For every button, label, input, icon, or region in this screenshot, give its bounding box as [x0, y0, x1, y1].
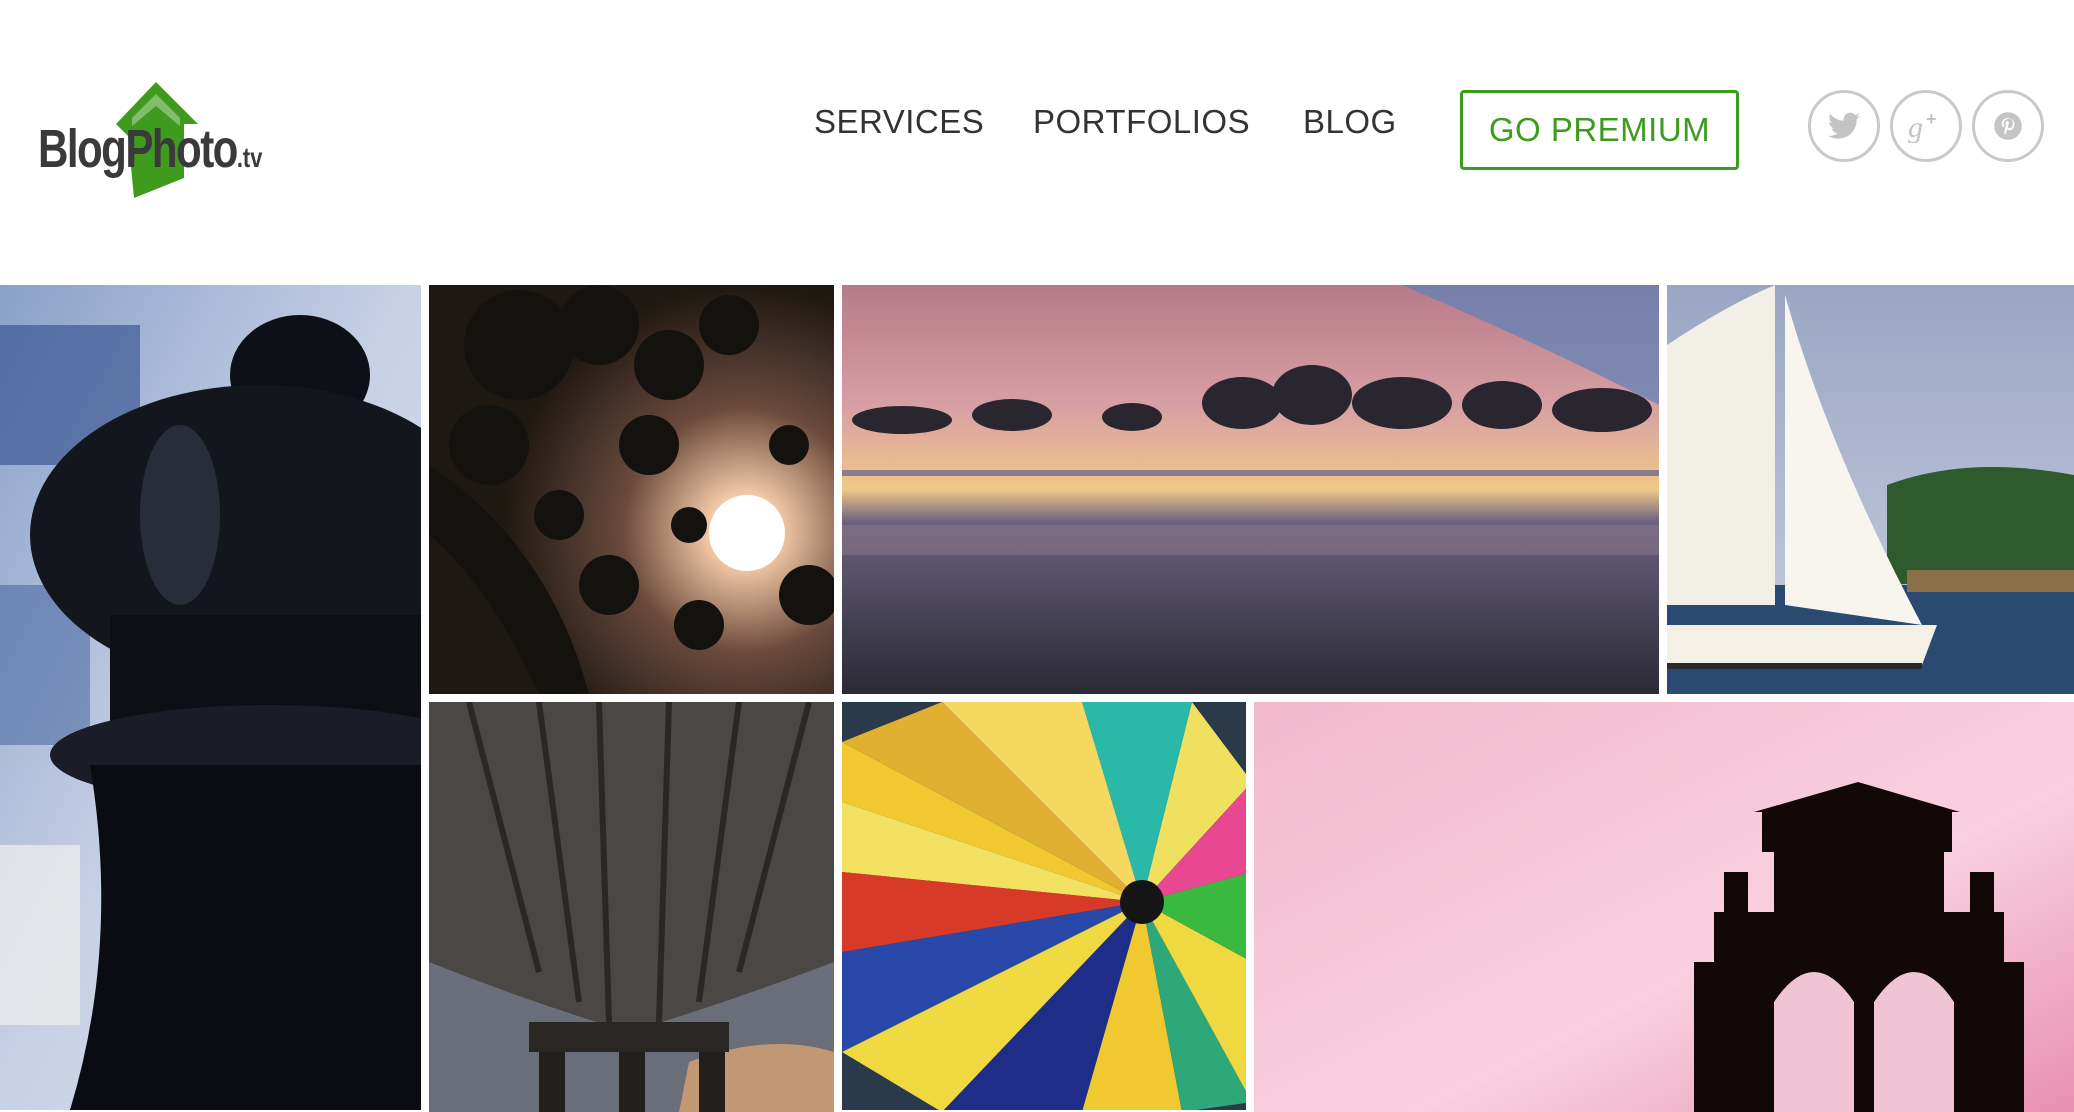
site-header: BlogPhoto.tv SERVICES PORTFOLIOS BLOG GO… [0, 0, 2074, 285]
sailboat-photo [1667, 285, 2074, 694]
pencils-photo [842, 702, 1246, 1110]
nav-blog[interactable]: BLOG [1303, 103, 1397, 141]
moon-trees-photo [429, 285, 834, 694]
svg-text:g: g [1908, 111, 1923, 143]
twitter-icon [1828, 112, 1860, 139]
gallery-tile-ocean-sunset[interactable] [842, 285, 1659, 694]
gallery-tile-building-silhouette[interactable] [1254, 702, 2074, 1112]
go-premium-button[interactable]: GO PREMIUM [1460, 90, 1739, 170]
building-silhouette-photo [1254, 702, 2074, 1112]
pinterest-button[interactable] [1972, 90, 2044, 162]
twitter-button[interactable] [1808, 90, 1880, 162]
gallery-tile-chess[interactable] [0, 285, 421, 1110]
gallery-tile-pencils[interactable] [842, 702, 1246, 1110]
gallery-tile-pier[interactable] [429, 702, 834, 1112]
pinterest-icon [1994, 112, 2022, 140]
ocean-sunset-photo [842, 285, 1659, 694]
svg-text:+: + [1926, 109, 1937, 129]
site-logo[interactable]: BlogPhoto.tv [38, 78, 308, 203]
nav-portfolios[interactable]: PORTFOLIOS [1033, 103, 1250, 141]
google-plus-button[interactable]: g + [1890, 90, 1962, 162]
chess-photo [0, 285, 421, 1110]
logo-wordmark: BlogPhoto.tv [38, 119, 263, 179]
gallery-tile-sailboat[interactable] [1667, 285, 2074, 694]
google-plus-icon: g + [1908, 109, 1937, 143]
gallery-tile-moon-trees[interactable] [429, 285, 834, 694]
pier-photo [429, 702, 834, 1112]
nav-services[interactable]: SERVICES [814, 103, 984, 141]
